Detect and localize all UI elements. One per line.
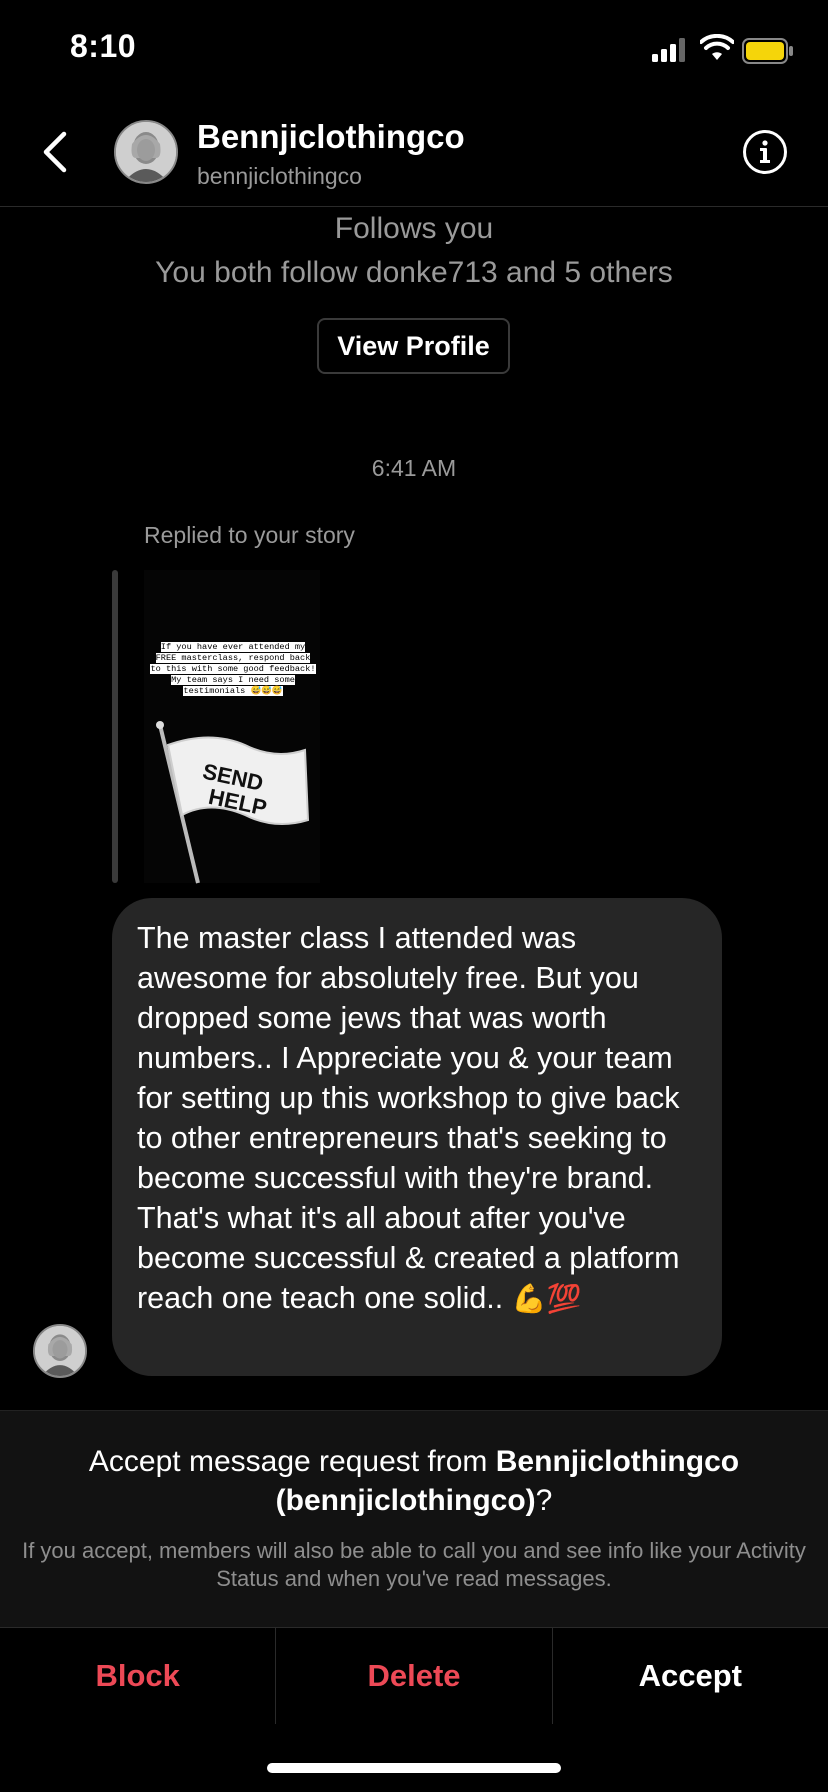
block-button[interactable]: Block <box>0 1628 277 1724</box>
story-reply-bar <box>112 570 118 883</box>
avatar-portrait-icon <box>35 1326 85 1376</box>
cellular-signal-icon <box>652 38 685 62</box>
message-text: The master class I attended was awesome … <box>137 921 680 1315</box>
request-actions: Block Delete Accept <box>0 1627 828 1724</box>
back-chevron-icon[interactable] <box>36 128 76 176</box>
chat-display-name[interactable]: Bennjiclothingco <box>197 118 465 156</box>
accept-button[interactable]: Accept <box>553 1628 828 1724</box>
request-subtitle: If you accept, members will also be able… <box>22 1538 806 1591</box>
status-time: 8:10 <box>70 28 137 64</box>
delete-button[interactable]: Delete <box>276 1628 553 1724</box>
info-glyph-icon <box>760 140 770 163</box>
battery-icon <box>742 38 793 64</box>
avatar[interactable] <box>114 120 178 184</box>
avatar-portrait-icon <box>116 122 176 182</box>
home-indicator[interactable] <box>267 1763 561 1773</box>
story-caption: If you have ever attended my FREE master… <box>150 642 316 696</box>
view-profile-button[interactable]: View Profile <box>317 318 510 374</box>
request-title: Accept message request from Bennjiclothi… <box>88 1445 740 1517</box>
header-divider <box>0 206 828 207</box>
story-reply-label: Replied to your story <box>144 522 355 548</box>
sender-avatar[interactable] <box>33 1324 87 1378</box>
message-bubble[interactable]: The master class I attended was awesome … <box>112 898 722 1376</box>
mutual-followers-text: You both follow donke713 and 5 others <box>155 256 673 289</box>
send-help-flag-icon: SEND HELP <box>156 721 310 884</box>
message-timestamp: 6:41 AM <box>371 455 457 481</box>
follows-you-text: Follows you <box>334 212 494 245</box>
chat-username[interactable]: bennjiclothingco <box>197 163 362 190</box>
message-emojis: 💪💯 <box>511 1282 582 1315</box>
wifi-icon <box>700 34 734 60</box>
info-icon[interactable] <box>743 130 787 174</box>
